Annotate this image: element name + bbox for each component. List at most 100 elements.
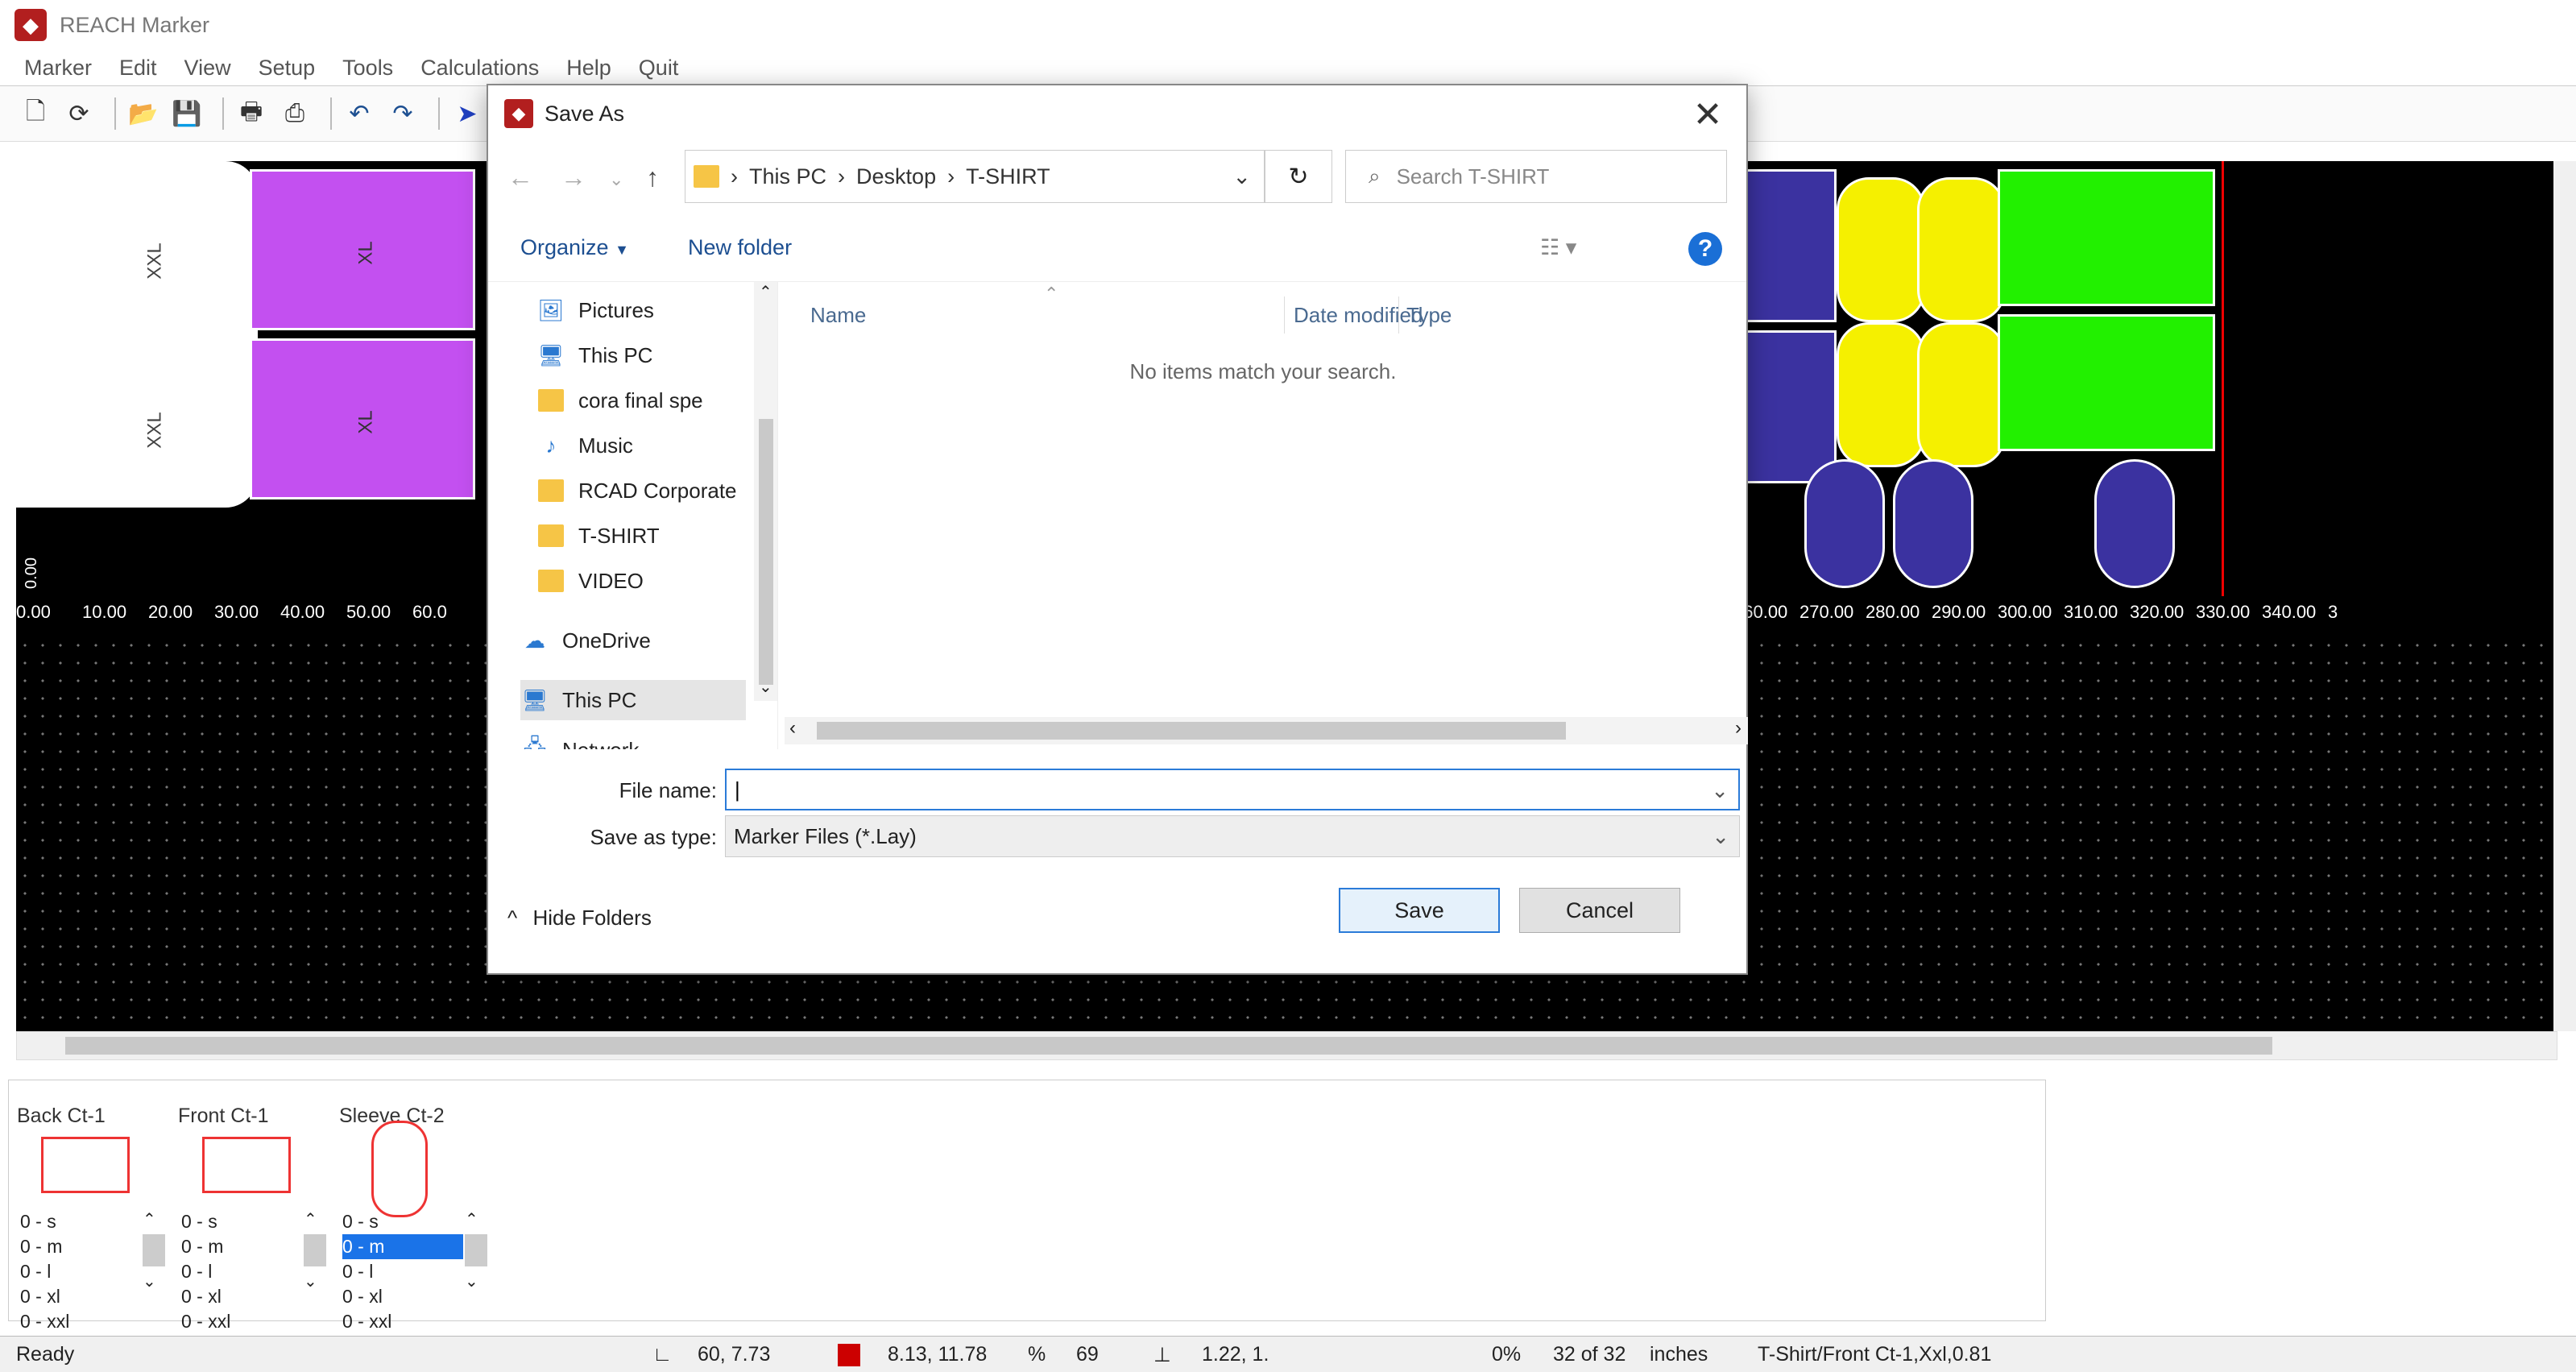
yellow-piece[interactable] xyxy=(1917,177,2006,322)
scroll-thumb[interactable] xyxy=(304,1234,326,1266)
up-arrow-icon[interactable]: ↑ xyxy=(646,163,659,193)
piece-card[interactable]: Sleeve Ct-2 xyxy=(339,1105,445,1217)
size-option[interactable]: 0 - m xyxy=(181,1234,302,1259)
chevron-up-icon[interactable]: ⌃ xyxy=(465,1209,489,1229)
size-list[interactable]: 0 - s0 - m0 - l0 - xl 0 - xxl xyxy=(342,1209,463,1334)
scroll-thumb[interactable] xyxy=(65,1037,2272,1055)
forward-arrow-icon[interactable]: → xyxy=(561,163,586,193)
size-option[interactable]: 0 - xl xyxy=(181,1284,302,1309)
column-name[interactable]: Name xyxy=(810,303,866,328)
size-option[interactable]: 0 - m xyxy=(20,1234,141,1259)
back-arrow-icon[interactable]: ← xyxy=(507,163,533,193)
refresh-icon[interactable]: ↻ xyxy=(1265,150,1332,203)
new-folder-button[interactable]: New folder xyxy=(688,235,792,260)
close-icon[interactable]: ✕ xyxy=(1684,90,1732,139)
cancel-button[interactable]: Cancel xyxy=(1519,888,1680,933)
menu-view[interactable]: View xyxy=(184,56,231,81)
size-list[interactable]: 0 - s0 - m0 - l0 - xl 0 - xxl xyxy=(181,1209,302,1334)
chevron-right-icon[interactable]: › xyxy=(1735,717,1741,740)
breadcrumb-desktop[interactable]: Desktop xyxy=(856,164,936,189)
chevron-up-icon[interactable]: ⌃ xyxy=(759,282,772,302)
size-option[interactable]: 0 - l xyxy=(342,1259,463,1284)
yellow-piece[interactable] xyxy=(1837,177,1925,322)
undo-icon[interactable]: ↶ xyxy=(342,96,377,131)
yellow-piece[interactable] xyxy=(1837,322,1925,467)
breadcrumb-this-pc[interactable]: This PC xyxy=(749,164,826,189)
size-option[interactable]: 0 - s xyxy=(181,1209,302,1234)
save-button[interactable]: Save xyxy=(1339,888,1500,933)
indigo-piece[interactable] xyxy=(1804,459,1885,588)
scroll-thumb[interactable] xyxy=(143,1234,165,1266)
size-option[interactable]: 0 - l xyxy=(181,1259,302,1284)
help-icon[interactable]: ? xyxy=(1688,232,1722,266)
nav-item-music[interactable]: ♪ Music xyxy=(536,425,633,466)
size-option[interactable]: 0 - m xyxy=(342,1234,463,1259)
menu-calculations[interactable]: Calculations xyxy=(420,56,539,81)
size-list[interactable]: 0 - s0 - m0 - l0 - xl 0 - xxl xyxy=(20,1209,141,1334)
menu-marker[interactable]: Marker xyxy=(24,56,92,81)
size-option[interactable]: 0 - s xyxy=(342,1209,463,1234)
chevron-down-icon[interactable]: ⌄ xyxy=(1232,164,1251,189)
nav-item-t-shirt[interactable]: T-SHIRT xyxy=(536,516,660,556)
save-as-type-select[interactable]: Marker Files (*.Lay) ⌄ xyxy=(725,815,1740,857)
size-option[interactable]: 0 - xxl xyxy=(181,1309,302,1334)
size-option[interactable]: 0 - xl xyxy=(342,1284,463,1309)
open-folder-icon[interactable]: 📂 xyxy=(126,96,161,131)
column-divider[interactable] xyxy=(1398,296,1399,334)
chevron-up-icon[interactable]: ⌃ xyxy=(143,1209,167,1229)
column-type[interactable]: Type xyxy=(1406,303,1452,328)
scroll-thumb[interactable] xyxy=(817,722,1566,740)
size-option[interactable]: 0 - s xyxy=(20,1209,141,1234)
print-icon[interactable]: 🖶 xyxy=(234,96,269,131)
size-option[interactable]: 0 - xxl xyxy=(20,1309,141,1334)
size-option[interactable]: 0 - xl xyxy=(20,1284,141,1309)
nav-item-onedrive[interactable]: ☁ OneDrive xyxy=(520,620,651,661)
nav-item-pictures[interactable]: 🖼Pictures📌 xyxy=(536,290,777,330)
redo-icon[interactable]: ↷ xyxy=(385,96,420,131)
menu-setup[interactable]: Setup xyxy=(259,56,316,81)
size-list-scrollbar[interactable]: ⌃ ⌄ xyxy=(143,1209,167,1314)
indigo-piece[interactable] xyxy=(2094,459,2175,588)
menu-help[interactable]: Help xyxy=(566,56,611,81)
size-list-scrollbar[interactable]: ⌃ ⌄ xyxy=(465,1209,489,1314)
menu-edit[interactable]: Edit xyxy=(119,56,157,81)
address-bar[interactable]: › This PC › Desktop › T-SHIRT ⌄ xyxy=(685,150,1265,203)
refresh-doc-icon[interactable]: ⟳ xyxy=(61,96,97,131)
scroll-thumb[interactable] xyxy=(759,419,773,685)
column-date-modified[interactable]: Date modified xyxy=(1294,303,1423,328)
select-pointer-icon[interactable]: ➤ xyxy=(449,96,485,131)
canvas-vertical-scrollbar[interactable] xyxy=(2553,161,2576,1031)
chevron-down-icon[interactable]: ⌄ xyxy=(304,1271,328,1291)
nav-item-network[interactable]: 🖧 Network xyxy=(520,730,640,749)
print-setup-icon[interactable]: ⎙ xyxy=(277,96,313,131)
nav-item-this-pc[interactable]: 🖥This PC📌 xyxy=(536,335,777,375)
nav-item-cora-final-spe[interactable]: cora final spe📌 xyxy=(536,380,777,421)
file-name-input[interactable]: | ⌄ xyxy=(725,769,1740,810)
chevron-down-icon[interactable]: ⌄ xyxy=(465,1271,489,1291)
indigo-piece[interactable] xyxy=(1740,169,1837,322)
organize-button[interactable]: Organize ▼ xyxy=(520,235,629,260)
nav-scrollbar[interactable]: ⌃ ⌄ xyxy=(754,282,777,701)
file-list-scrollbar[interactable]: ‹ › xyxy=(785,717,1748,744)
canvas-horizontal-scrollbar[interactable] xyxy=(16,1031,2557,1060)
indigo-piece[interactable] xyxy=(1740,330,1837,483)
new-file-icon[interactable]: 🗋 xyxy=(18,96,53,131)
size-option[interactable]: 0 - xxl xyxy=(342,1309,463,1334)
yellow-piece[interactable] xyxy=(1917,322,2006,467)
piece-card[interactable]: Back Ct-1 xyxy=(17,1105,130,1193)
piece-card[interactable]: Front Ct-1 xyxy=(178,1105,291,1193)
chevron-down-icon[interactable]: ⌄ xyxy=(1711,778,1729,803)
column-divider[interactable] xyxy=(1284,296,1285,334)
menu-tools[interactable]: Tools xyxy=(342,56,393,81)
recent-chevron-icon[interactable]: ⌄ xyxy=(609,169,623,190)
chevron-down-icon[interactable]: ⌄ xyxy=(143,1271,167,1291)
search-input[interactable]: ⌕ Search T-SHIRT xyxy=(1345,150,1727,203)
breadcrumb-t-shirt[interactable]: T-SHIRT xyxy=(966,164,1050,189)
scroll-thumb[interactable] xyxy=(465,1234,487,1266)
chevron-down-icon[interactable]: ⌄ xyxy=(1712,824,1729,849)
size-option[interactable]: 0 - l xyxy=(20,1259,141,1284)
hide-folders-button[interactable]: ^ Hide Folders xyxy=(507,906,652,931)
save-icon[interactable]: 💾 xyxy=(169,96,205,131)
indigo-piece[interactable] xyxy=(1893,459,1973,588)
menu-quit[interactable]: Quit xyxy=(639,56,679,81)
